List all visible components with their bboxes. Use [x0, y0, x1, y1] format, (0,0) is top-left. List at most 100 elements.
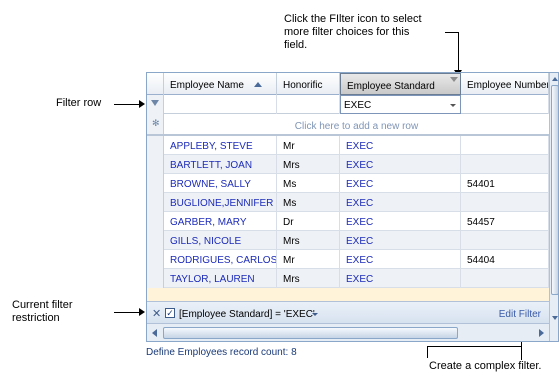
chevron-down-icon[interactable] — [450, 104, 456, 107]
filter-row-arrow — [139, 100, 145, 108]
cell-honorific[interactable]: Dr — [277, 212, 340, 231]
column-header-employee-standard-label: Employee Standard — [347, 81, 435, 92]
chevron-down-icon[interactable] — [312, 313, 318, 316]
cell-honorific[interactable]: Mr — [277, 250, 340, 269]
cell-employee-name[interactable]: APPLEBY, STEVE — [164, 136, 277, 155]
filter-cell-employee-number[interactable] — [461, 95, 549, 114]
horizontal-scroll-thumb[interactable] — [163, 327, 458, 339]
sort-ascending-icon — [254, 82, 262, 87]
checkbox-checked-icon[interactable]: ✓ — [165, 308, 175, 318]
current-filter-label-line-1: Current filter — [12, 299, 73, 311]
row-selector[interactable] — [147, 250, 164, 269]
employees-grid: Employee Name Honorific Employee Standar… — [146, 72, 559, 342]
cell-honorific[interactable]: Mrs — [277, 155, 340, 174]
filter-icon-callout-leader-h — [445, 32, 459, 33]
column-header-honorific[interactable]: Honorific — [277, 73, 340, 95]
cell-honorific[interactable]: Mrs — [277, 269, 340, 288]
stage: Click the FIlter icon to select more fil… — [0, 0, 559, 387]
table-row[interactable]: GARBER, MARY Dr EXEC 54457 — [147, 212, 549, 231]
cell-employee-standard[interactable]: EXEC — [340, 193, 461, 212]
cell-employee-number[interactable] — [461, 231, 549, 250]
edit-filter-button[interactable]: Edit Filter — [499, 309, 541, 320]
current-filter-label-line-2: restriction — [12, 312, 60, 324]
table-row[interactable]: GILLS, NICOLE Mrs EXEC — [147, 231, 549, 250]
table-row[interactable]: BUGLIONE,JENNIFER Ms EXEC — [147, 193, 549, 212]
cell-employee-name[interactable]: TAYLOR, LAUREN — [164, 269, 277, 288]
row-selector[interactable] — [147, 193, 164, 212]
row-selector[interactable] — [147, 136, 164, 155]
filter-row-indicator — [147, 95, 164, 114]
scroll-down-icon[interactable] — [552, 316, 558, 320]
horizontal-scrollbar[interactable] — [147, 323, 549, 341]
complex-filter-leader-tick — [427, 346, 428, 358]
current-filter-expression[interactable]: [Employee Standard] = 'EXEC' — [179, 309, 315, 320]
header-corner — [147, 73, 164, 95]
cell-employee-standard[interactable]: EXEC — [340, 155, 461, 174]
table-row[interactable]: TAYLOR, LAUREN Mrs EXEC — [147, 269, 549, 288]
table-row[interactable]: BARTLETT, JOAN Mrs EXEC — [147, 155, 549, 174]
current-filter-label: Current filter restriction — [12, 299, 73, 325]
cell-employee-number[interactable]: 54457 — [461, 212, 549, 231]
column-header-employee-standard[interactable]: Employee Standard — [340, 73, 461, 95]
add-new-row[interactable]: ✻ Click here to add a new row — [147, 114, 549, 136]
row-selector[interactable] — [147, 174, 164, 193]
column-header-row: Employee Name Honorific Employee Standar… — [147, 73, 549, 95]
scroll-right-icon[interactable] — [539, 329, 544, 337]
cell-employee-number[interactable] — [461, 193, 549, 212]
close-icon[interactable]: ✕ — [152, 307, 161, 320]
cell-employee-name[interactable]: BARTLETT, JOAN — [164, 155, 277, 174]
table-row[interactable]: BROWNE, SALLY Ms EXEC 54401 — [147, 174, 549, 193]
cell-employee-number[interactable]: 54401 — [461, 174, 549, 193]
filter-status-bar: ✕ ✓ [Employee Standard] = 'EXEC' Edit Fi… — [147, 301, 549, 323]
vertical-scroll-thumb[interactable] — [551, 85, 558, 295]
grid-empty-area — [147, 288, 549, 301]
complex-filter-label: Create a complex filter. — [429, 360, 542, 372]
filter-icon-callout-line-1: Click the FIlter icon to select — [284, 13, 422, 25]
cell-honorific[interactable]: Ms — [277, 193, 340, 212]
cell-employee-standard[interactable]: EXEC — [340, 212, 461, 231]
row-selector[interactable] — [147, 212, 164, 231]
column-header-employee-name[interactable]: Employee Name — [164, 73, 277, 95]
column-header-employee-number[interactable]: Employee Number — [461, 73, 549, 95]
column-filter-icon[interactable] — [450, 77, 458, 82]
current-filter-leader — [114, 312, 140, 313]
cell-honorific[interactable]: Mr — [277, 136, 340, 155]
cell-employee-standard[interactable]: EXEC — [340, 269, 461, 288]
table-row[interactable]: APPLEBY, STEVE Mr EXEC — [147, 136, 549, 155]
cell-employee-standard[interactable]: EXEC — [340, 231, 461, 250]
filter-cell-employee-standard[interactable]: EXEC — [340, 95, 461, 114]
column-header-employee-name-label: Employee Name — [170, 80, 244, 91]
current-filter-arrow — [139, 308, 145, 316]
cell-employee-number[interactable] — [461, 136, 549, 155]
filter-icon-callout-leader-v — [458, 32, 459, 72]
filter-icon-callout-line-2: more filter choices for this — [284, 26, 410, 38]
cell-employee-number[interactable] — [461, 269, 549, 288]
filter-cell-employee-standard-value: EXEC — [344, 100, 372, 111]
cell-employee-standard[interactable]: EXEC — [340, 174, 461, 193]
cell-employee-name[interactable]: RODRIGUES, CARLOS — [164, 250, 277, 269]
scroll-up-icon[interactable] — [552, 77, 558, 81]
column-header-honorific-label: Honorific — [283, 80, 323, 91]
cell-employee-name[interactable]: GARBER, MARY — [164, 212, 277, 231]
scroll-left-icon[interactable] — [152, 329, 157, 337]
cell-employee-number[interactable] — [461, 155, 549, 174]
record-count-status: Define Employees record count: 8 — [146, 347, 297, 358]
filter-cell-honorific[interactable] — [277, 95, 340, 114]
row-selector[interactable] — [147, 269, 164, 288]
cell-employee-name[interactable]: GILLS, NICOLE — [164, 231, 277, 250]
cell-employee-standard[interactable]: EXEC — [340, 136, 461, 155]
cell-employee-standard[interactable]: EXEC — [340, 250, 461, 269]
cell-honorific[interactable]: Ms — [277, 174, 340, 193]
row-selector[interactable] — [147, 155, 164, 174]
table-row[interactable]: RODRIGUES, CARLOS Mr EXEC 54404 — [147, 250, 549, 269]
vertical-scrollbar[interactable] — [549, 73, 558, 341]
cell-employee-name[interactable]: BUGLIONE,JENNIFER — [164, 193, 277, 212]
cell-employee-name[interactable]: BROWNE, SALLY — [164, 174, 277, 193]
cell-honorific[interactable]: Mrs — [277, 231, 340, 250]
filter-cell-employee-name[interactable] — [164, 95, 277, 114]
cell-employee-number[interactable]: 54404 — [461, 250, 549, 269]
row-selector[interactable] — [147, 231, 164, 250]
column-header-employee-number-label: Employee Number — [467, 80, 549, 91]
new-row-indicator: ✻ — [147, 114, 164, 134]
filter-row-label: Filter row — [56, 97, 102, 109]
